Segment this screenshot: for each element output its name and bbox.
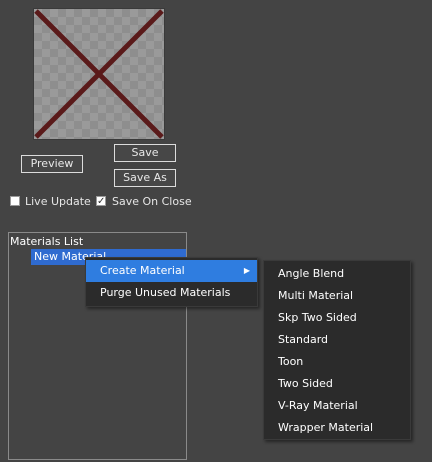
submenu-item-multi-material[interactable]: Multi Material <box>264 285 410 307</box>
save-button[interactable]: Save <box>114 144 176 162</box>
submenu-item-skp-two-sided[interactable]: Skp Two Sided <box>264 307 410 329</box>
no-texture-x-icon <box>34 9 164 139</box>
live-update-label: Live Update <box>25 195 91 208</box>
create-material-submenu: Angle Blend Multi Material Skp Two Sided… <box>263 260 411 440</box>
submenu-item-toon[interactable]: Toon <box>264 351 410 373</box>
checkmark-icon: ✓ <box>97 196 106 207</box>
submenu-item-wrapper-material[interactable]: Wrapper Material <box>264 417 410 439</box>
save-on-close-label: Save On Close <box>112 195 192 208</box>
submenu-arrow-icon: ▶ <box>243 266 250 275</box>
materials-list-title: Materials List <box>10 235 84 248</box>
submenu-item-angle-blend[interactable]: Angle Blend <box>264 263 410 285</box>
save-on-close-checkbox[interactable]: ✓ <box>96 196 106 207</box>
material-preview-swatch <box>33 8 165 140</box>
menu-item-create-material[interactable]: Create Material ▶ <box>86 260 257 282</box>
menu-item-purge-unused-materials[interactable]: Purge Unused Materials <box>86 282 257 304</box>
save-as-button[interactable]: Save As <box>114 169 176 187</box>
menu-item-label: Purge Unused Materials <box>100 286 231 299</box>
live-update-checkbox[interactable] <box>10 196 20 206</box>
submenu-item-standard[interactable]: Standard <box>264 329 410 351</box>
submenu-item-two-sided[interactable]: Two Sided <box>264 373 410 395</box>
submenu-item-vray-material[interactable]: V-Ray Material <box>264 395 410 417</box>
menu-item-label: Create Material <box>100 264 185 277</box>
preview-button[interactable]: Preview <box>21 155 83 173</box>
context-menu: Create Material ▶ Purge Unused Materials <box>85 257 258 307</box>
